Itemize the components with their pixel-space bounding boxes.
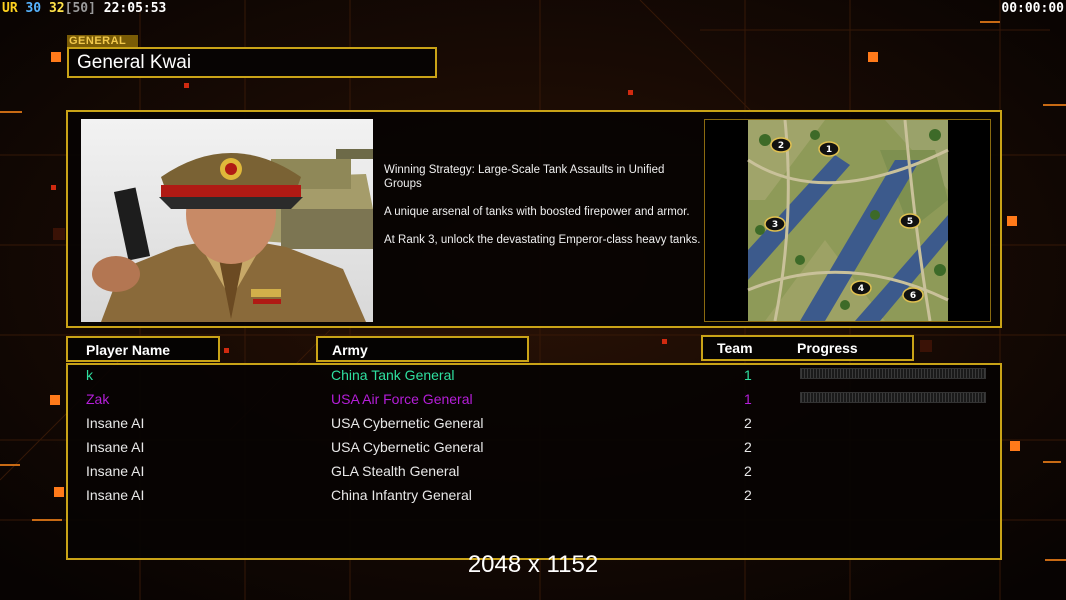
general-portrait [81, 119, 373, 322]
start-marker-3: 3 [764, 216, 786, 232]
svg-text:5: 5 [907, 217, 913, 227]
player-army: GLA Stealth General [331, 463, 460, 479]
player-row: Insane AI GLA Stealth General 2 [68, 461, 1000, 485]
player-name: k [86, 367, 93, 383]
player-team: 1 [744, 367, 752, 383]
player-army: China Tank General [331, 367, 455, 383]
description-arsenal: A unique arsenal of tanks with boosted f… [384, 206, 690, 218]
player-army: USA Air Force General [331, 391, 473, 407]
general-name: General Kwai [77, 52, 192, 73]
general-title-box: General Kwai [67, 47, 437, 78]
general-description: Winning Strategy: Large-Scale Tank Assau… [384, 163, 704, 261]
description-strategy: Winning Strategy: Large-Scale Tank Assau… [384, 164, 665, 190]
start-marker-4: 4 [850, 280, 872, 296]
resolution-label: 2048 x 1152 [467, 551, 599, 578]
team-header-label: Team [717, 340, 753, 356]
team-progress-header: Team Progress [701, 335, 914, 361]
player-name-header: Player Name [66, 336, 220, 362]
progress-bar [800, 392, 986, 403]
player-row: Insane AI China Infantry General 2 [68, 485, 1000, 509]
player-army: USA Cybernetic General [331, 415, 484, 431]
hud-ur-label: UR [2, 1, 18, 16]
player-team: 2 [744, 463, 752, 479]
player-name: Insane AI [86, 487, 145, 503]
description-rank: At Rank 3, unlock the devastating Empero… [384, 234, 701, 246]
player-army: USA Cybernetic General [331, 439, 484, 455]
player-name: Insane AI [86, 415, 145, 431]
start-marker-6: 6 [902, 287, 924, 303]
svg-text:4: 4 [858, 284, 864, 294]
game-timer: 00:00:00 [1001, 1, 1064, 16]
general-portrait-image [81, 119, 373, 322]
start-marker-5: 5 [899, 213, 921, 229]
svg-text:2: 2 [778, 141, 784, 151]
player-list: k China Tank General 1 Zak USA Air Force… [66, 363, 1002, 560]
army-header: Army [316, 336, 529, 362]
player-name: Zak [86, 391, 110, 407]
progress-bar [800, 368, 986, 379]
army-header-label: Army [332, 342, 368, 358]
hud-stat-b: 32 [48, 1, 65, 16]
start-marker-2: 2 [770, 137, 792, 153]
player-team: 2 [744, 415, 752, 431]
player-army: China Infantry General [331, 487, 472, 503]
general-info-panel: Winning Strategy: Large-Scale Tank Assau… [66, 110, 1002, 328]
player-row: Insane AI USA Cybernetic General 2 [68, 437, 1000, 461]
svg-text:6: 6 [910, 291, 916, 301]
player-team: 1 [744, 391, 752, 407]
player-team: 2 [744, 487, 752, 503]
player-row: k China Tank General 1 [68, 365, 1000, 389]
player-name: Insane AI [86, 463, 145, 479]
map-preview: 1 2 3 4 5 6 [704, 119, 991, 322]
hud-stat-a: 30 [25, 1, 42, 16]
player-row: Zak USA Air Force General 1 [68, 389, 1000, 413]
stats-overlay: UR 30 32[50] 22:05:53 [2, 1, 166, 16]
player-row: Insane AI USA Cybernetic General 2 [68, 413, 1000, 437]
player-team: 2 [744, 439, 752, 455]
progress-header-label: Progress [797, 340, 858, 356]
player-name-header-label: Player Name [86, 342, 171, 358]
player-name: Insane AI [86, 439, 145, 455]
hud-stat-c: [50] [64, 1, 96, 16]
minimap: 1 2 3 4 5 6 [705, 119, 990, 322]
svg-text:1: 1 [826, 145, 832, 155]
start-marker-1: 1 [818, 141, 840, 157]
svg-text:3: 3 [772, 220, 778, 230]
hud-clock: 22:05:53 [103, 1, 167, 16]
